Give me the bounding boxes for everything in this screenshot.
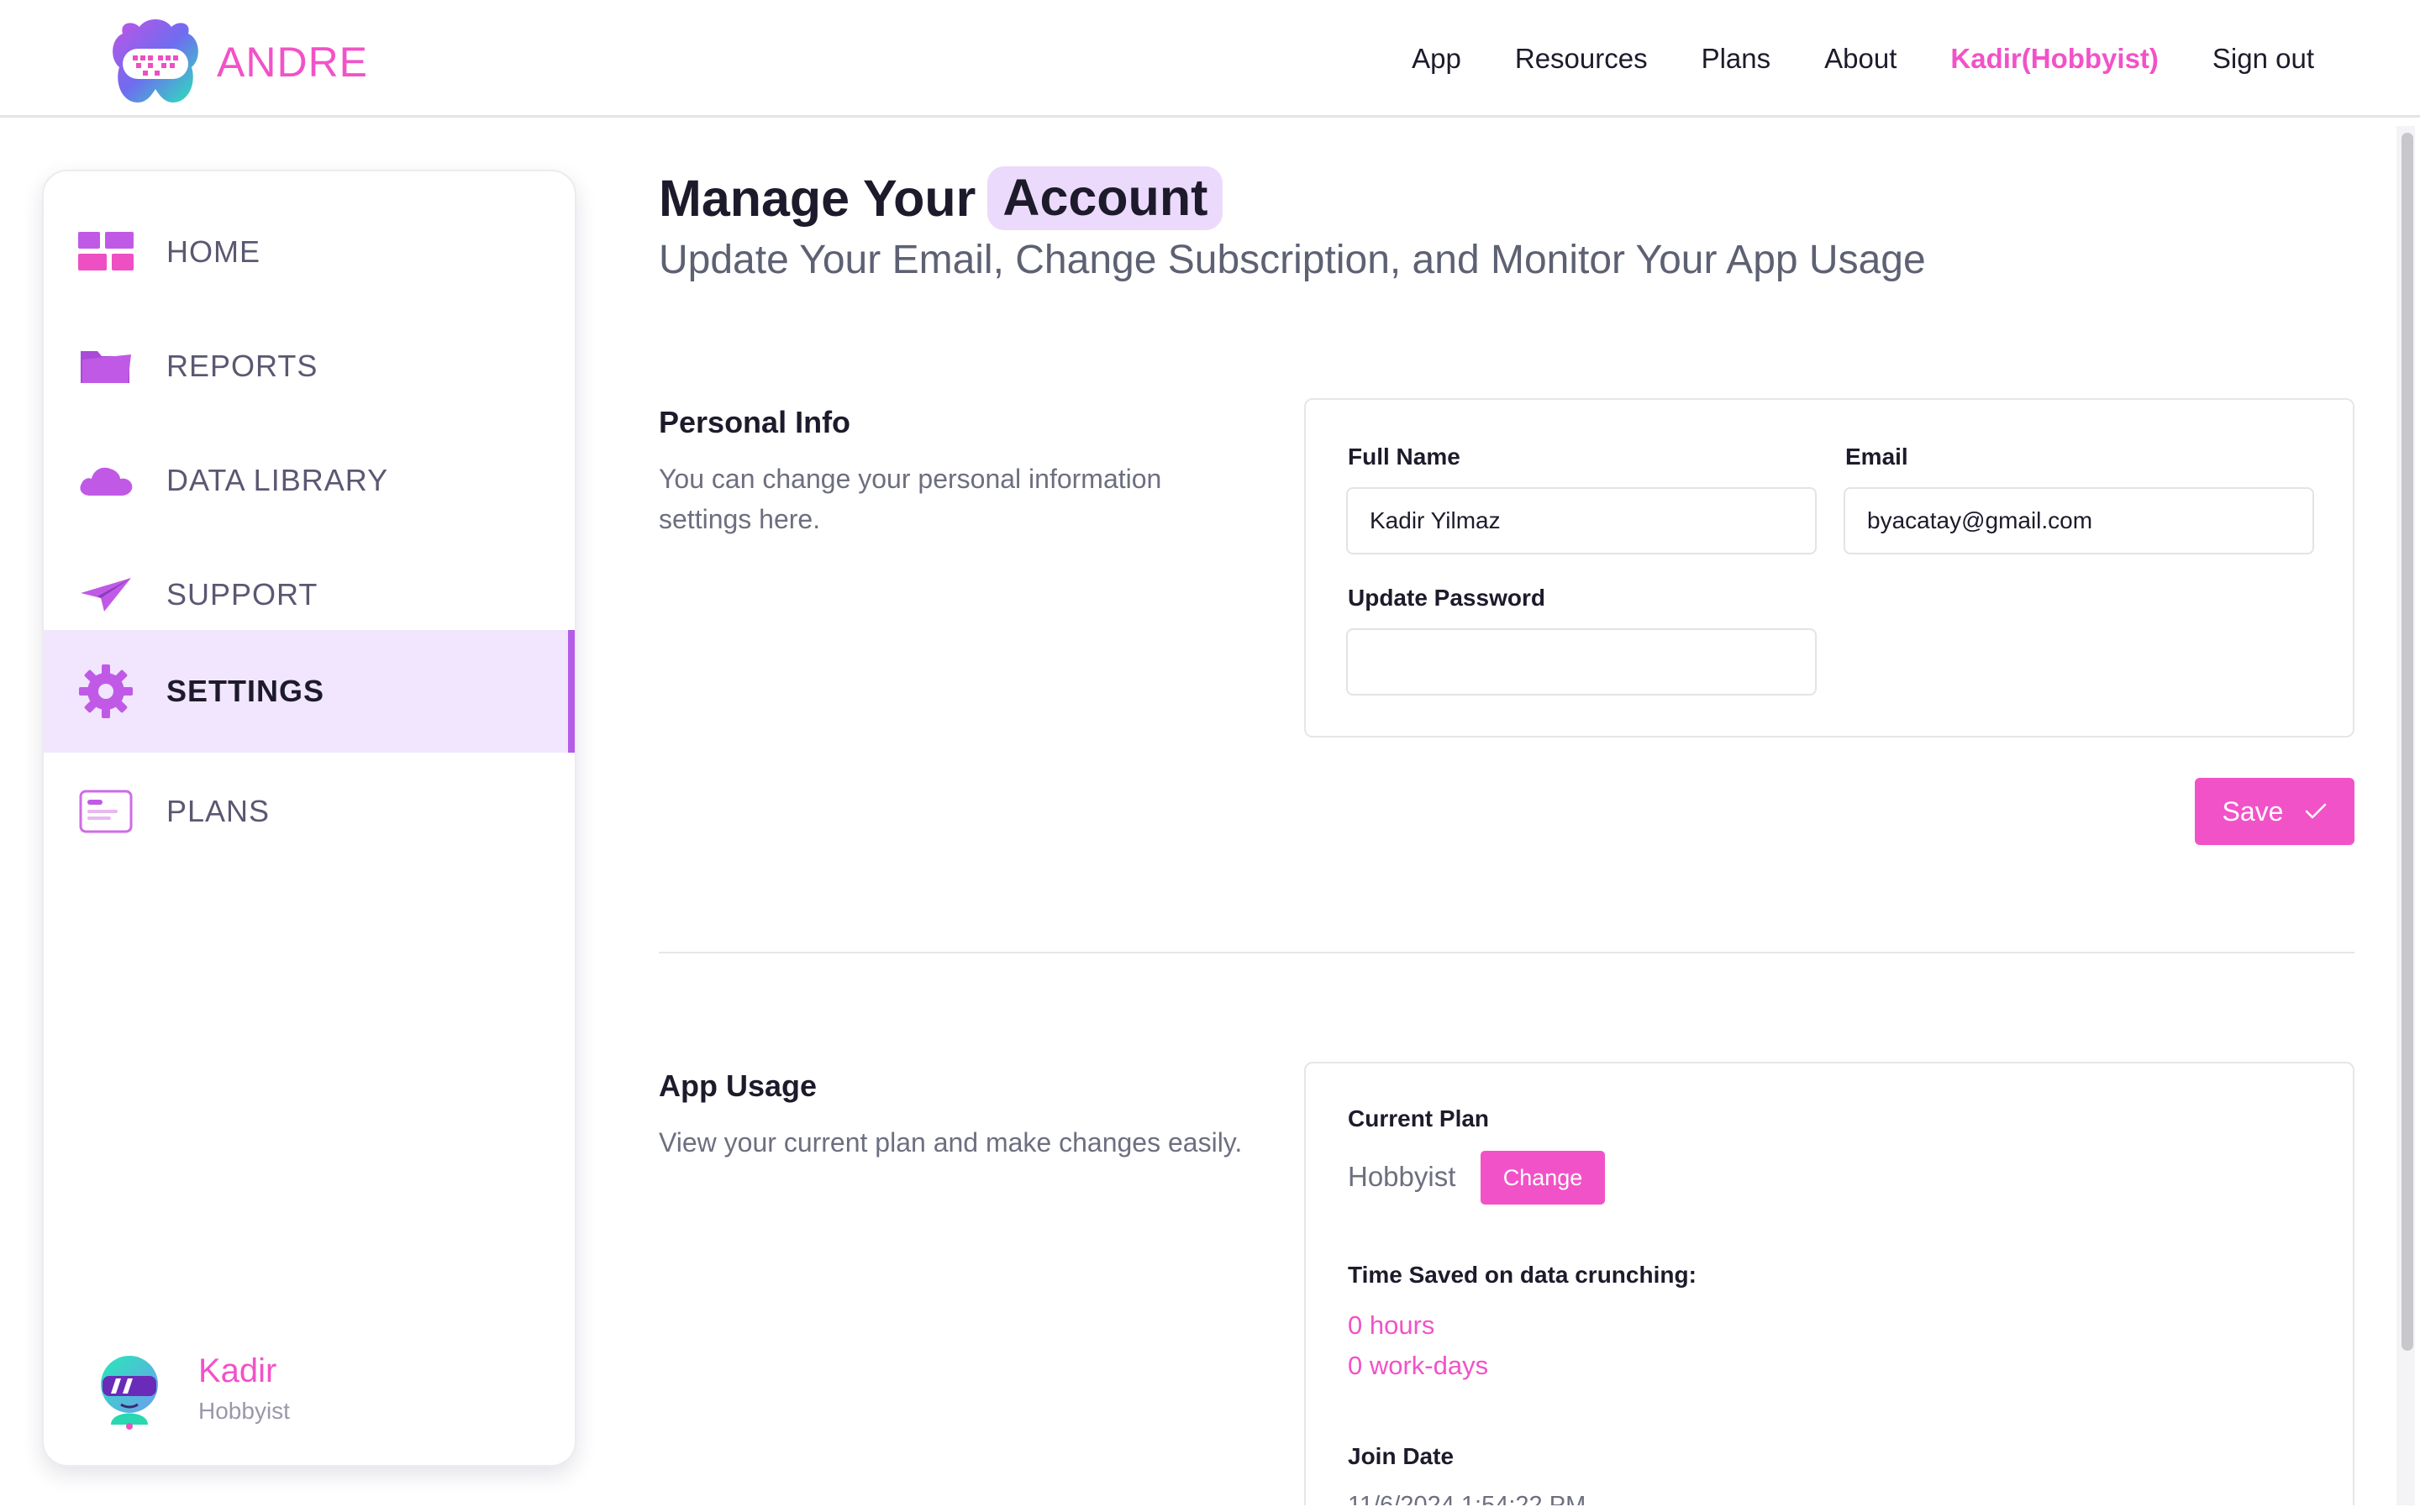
email-label: Email: [1845, 444, 1908, 470]
sidebar-item-home[interactable]: HOME: [44, 205, 575, 299]
nav-link-resources[interactable]: Resources: [1515, 43, 1648, 75]
sidebar-item-label: REPORTS: [166, 349, 318, 383]
top-nav-menu: App Resources Plans About Kadir(Hobbyist…: [1358, 0, 2314, 118]
sidebar-user-plan: Hobbyist: [198, 1398, 290, 1424]
page-subtitle: Update Your Email, Change Subscription, …: [659, 238, 1926, 282]
page-title-prefix: Manage Your: [659, 170, 976, 227]
nav-link-plans[interactable]: Plans: [1702, 43, 1771, 75]
current-plan-label: Current Plan: [1348, 1105, 1490, 1131]
folder-icon: [77, 338, 134, 395]
andre-logo-icon: [113, 19, 198, 102]
brand-name: ANDRE: [217, 39, 369, 86]
email-field[interactable]: [1844, 487, 2314, 554]
nav-link-app[interactable]: App: [1412, 43, 1461, 75]
personal-info-title: Personal Info: [659, 405, 851, 439]
page-title: Manage Your Account: [659, 166, 1223, 230]
top-navbar: ANDRE App Resources Plans About Kadir(Ho…: [0, 0, 2420, 118]
sidebar-item-reports[interactable]: REPORTS: [44, 319, 575, 413]
page-title-highlight: Account: [987, 166, 1223, 230]
sidebar-item-support[interactable]: SUPPORT: [44, 548, 575, 642]
time-saved-label: Time Saved on data crunching:: [1348, 1262, 1697, 1288]
time-saved-workdays: 0 work-days: [1348, 1351, 1489, 1380]
update-password-label: Update Password: [1348, 585, 1545, 611]
update-password-field[interactable]: [1346, 628, 1817, 696]
app-usage-title: App Usage: [659, 1068, 818, 1103]
sidebar-item-label: SETTINGS: [166, 674, 325, 708]
join-date-label: Join Date: [1348, 1443, 1455, 1469]
sidebar-item-plans[interactable]: PLANS: [44, 764, 575, 858]
sidebar-item-label: DATA LIBRARY: [166, 463, 389, 497]
sidebar-user-name: Kadir: [198, 1352, 277, 1389]
sidebar-item-label: PLANS: [166, 794, 271, 828]
paper-plane-icon: [77, 566, 134, 623]
full-name-label: Full Name: [1348, 444, 1460, 470]
card-icon: [77, 783, 134, 840]
personal-info-card: Full Name Email Update Password: [1304, 398, 2354, 738]
brand[interactable]: ANDRE: [104, 15, 368, 109]
page-scrollbar-thumb[interactable]: [2402, 133, 2413, 1351]
sidebar-user-profile[interactable]: Kadir Hobbyist: [87, 1347, 290, 1431]
avatar: [101, 1356, 158, 1430]
app-usage-description: View your current plan and make changes …: [659, 1127, 1243, 1158]
sidebar-item-data-library[interactable]: DATA LIBRARY: [44, 433, 575, 528]
current-plan-value: Hobbyist: [1348, 1161, 1456, 1192]
nav-link-sign-out[interactable]: Sign out: [2212, 43, 2314, 75]
sidebar: HOME REPORTS DATA LIBRARY SUPPORT SETTIN…: [42, 170, 576, 1467]
change-plan-button[interactable]: Change: [1481, 1151, 1605, 1205]
checkmark-icon: [2306, 803, 2327, 819]
app-usage-card: Current Plan Hobbyist Change Time Saved …: [1304, 1062, 2354, 1512]
save-button[interactable]: Save: [2195, 778, 2354, 845]
sidebar-item-label: SUPPORT: [166, 577, 318, 612]
sidebar-item-settings[interactable]: SETTINGS: [44, 630, 575, 753]
viewport-bottom-edge: [0, 1505, 2420, 1512]
sidebar-item-label: HOME: [166, 234, 260, 269]
full-name-field[interactable]: [1346, 487, 1817, 554]
save-button-label: Save: [2222, 795, 2284, 827]
section-divider: [659, 952, 2354, 953]
nav-link-user-account[interactable]: Kadir(Hobbyist): [1950, 43, 2159, 75]
personal-info-description: You can change your personal information…: [659, 464, 1162, 534]
gear-icon: [77, 663, 134, 720]
home-grid-icon: [77, 223, 134, 281]
time-saved-hours: 0 hours: [1348, 1310, 1435, 1340]
cloud-icon: [77, 452, 134, 509]
nav-link-about[interactable]: About: [1824, 43, 1897, 75]
